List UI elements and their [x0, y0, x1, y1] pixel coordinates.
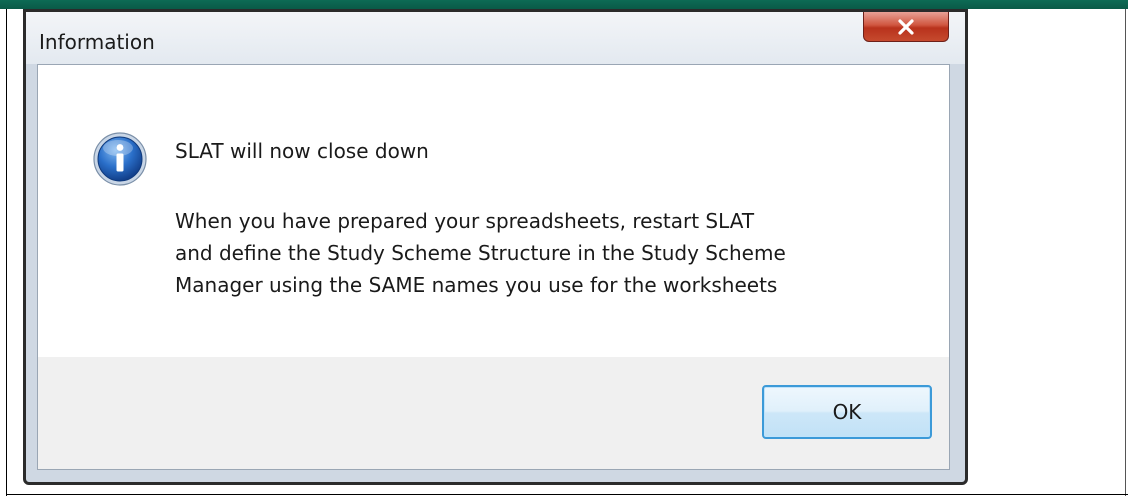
close-button[interactable]: [863, 12, 949, 42]
message-area: SLAT will now close down When you have p…: [38, 65, 949, 357]
message-line: When you have prepared your spreadsheets…: [175, 209, 755, 233]
background-frame-right: [1125, 9, 1126, 496]
information-icon: [92, 131, 148, 187]
close-icon: [897, 18, 915, 35]
button-bar: OK: [38, 357, 949, 469]
ok-button[interactable]: OK: [762, 385, 932, 439]
message-line: Manager using the SAME names you use for…: [175, 273, 778, 297]
dialog-content: SLAT will now close down When you have p…: [37, 64, 950, 470]
message-line: and define the Study Scheme Structure in…: [175, 241, 786, 265]
background-frame-bottom: [6, 494, 1128, 495]
message-title: SLAT will now close down: [175, 139, 429, 163]
background-frame-left: [6, 9, 7, 496]
dialog-titlebar[interactable]: Information: [26, 12, 965, 64]
background-header-strip: [0, 0, 1128, 9]
dialog-title: Information: [39, 30, 155, 54]
information-dialog: Information SLAT will now close down Whe…: [23, 9, 968, 485]
message-body: When you have prepared your spreadsheets…: [175, 205, 786, 301]
